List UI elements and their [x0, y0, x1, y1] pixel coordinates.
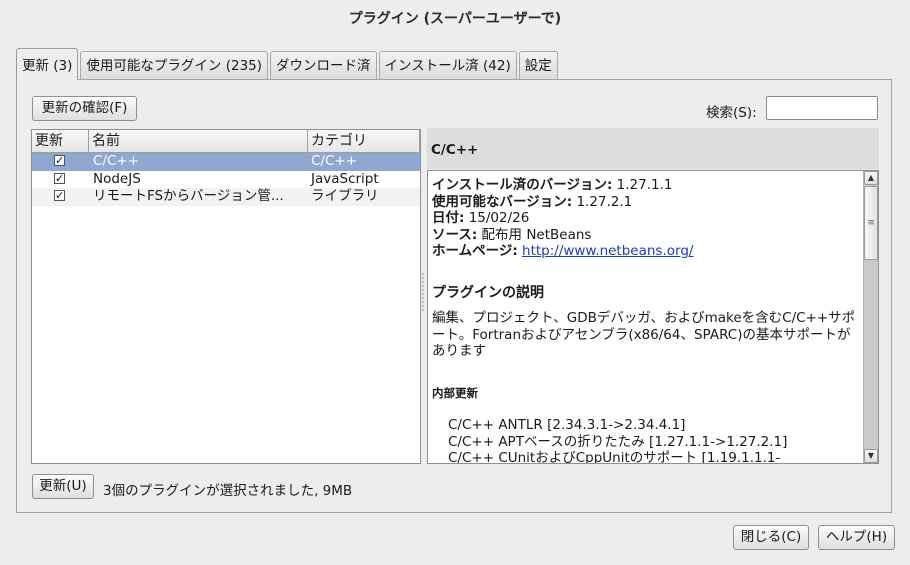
detail-scrollbar[interactable]: ▲ ≡ ▼ [863, 171, 878, 463]
installed-version-label: インストール済のバージョン: [432, 177, 613, 193]
source-value: 配布用 NetBeans [481, 226, 592, 243]
update-button[interactable]: 更新(U) [32, 474, 94, 499]
source-label: ソース: [432, 226, 478, 243]
list-item: C/C++ APTベースの折りたたみ [1.27.1.1->1.27.2.1] [448, 433, 788, 450]
homepage-link[interactable]: http://www.netbeans.org/ [522, 243, 693, 259]
available-version-value: 1.27.2.1 [576, 193, 633, 210]
update-checkbox[interactable]: ✓ [54, 190, 65, 201]
checkbox-cell: ✓ [32, 171, 89, 189]
column-header-category[interactable]: カテゴリ [308, 130, 420, 153]
search-label: 検索(S): [706, 105, 757, 121]
list-item: C/C++ CUnitおよびCppUnitのサポート [1.19.1.1.1->… [448, 450, 781, 464]
tab-installed[interactable]: インストール済 (42) [378, 51, 517, 80]
check-updates-button[interactable]: 更新の確認(F) [32, 96, 137, 121]
plugin-name: NodeJS [93, 170, 141, 187]
scroll-down-icon[interactable]: ▼ [864, 449, 878, 463]
tab-downloaded[interactable]: ダウンロード済 [270, 51, 377, 80]
selection-status: 3個のプラグインが選択されました, 9MB [103, 483, 353, 499]
window-title: プラグイン (スーパーユーザーで) [348, 11, 562, 27]
checkbox-cell: ✓ [32, 153, 89, 171]
plugin-category: ライブラリ [311, 188, 379, 204]
plugin-category: JavaScript [311, 170, 379, 187]
plugin-name: リモートFSからバージョン管... [93, 188, 284, 204]
split-pane-divider[interactable] [421, 272, 425, 312]
homepage-label: ホームページ: [432, 243, 518, 259]
tab-bar: 更新 (3) 使用可能なプラグイン (235) ダウンロード済 インストール済 … [16, 48, 560, 80]
table-row[interactable]: ✓ リモートFSからバージョン管... ライブラリ [32, 188, 420, 206]
internal-updates-list: C/C++ ANTLR [2.34.3.1->2.34.4.1] C/C++ A… [432, 417, 860, 464]
scroll-thumb[interactable]: ≡ [864, 186, 878, 260]
table-row[interactable]: ✓ NodeJS JavaScript [32, 171, 420, 189]
help-button[interactable]: ヘルプ(H) [818, 525, 895, 550]
detail-header: C/C++ [427, 128, 879, 169]
date-label: 日付: [432, 210, 465, 226]
update-checkbox[interactable]: ✓ [54, 172, 65, 184]
plugin-name: C/C++ [93, 153, 140, 169]
scroll-up-icon[interactable]: ▲ [864, 171, 878, 185]
column-header-name[interactable]: 名前 [89, 130, 308, 153]
description-text: 編集、プロジェクト、GDBデバッガ、およびmakeを含むC/C++サポート。Fo… [432, 310, 856, 359]
table-row[interactable]: ✓ C/C++ C/C++ [32, 153, 420, 171]
internal-updates-title: 内部更新 [432, 385, 478, 400]
description-title: プラグインの説明 [432, 284, 544, 301]
checkbox-cell: ✓ [32, 188, 89, 206]
tab-updates[interactable]: 更新 (3) [16, 48, 79, 80]
table-header: 更新 名前 カテゴリ [32, 130, 420, 153]
available-version-label: 使用可能なバージョン: [432, 193, 573, 210]
plugin-table: 更新 名前 カテゴリ ✓ C/C++ C/C++ ✓ NodeJS JavaSc… [31, 129, 421, 464]
detail-content: インストール済のバージョン: 1.27.1.1 使用可能なバージョン: 1.27… [432, 177, 860, 464]
update-checkbox[interactable]: ✓ [54, 155, 65, 166]
plugin-category: C/C++ [311, 153, 358, 169]
list-item: C/C++ ANTLR [2.34.3.1->2.34.4.1] [448, 417, 686, 433]
search-input[interactable] [766, 96, 878, 120]
tab-available-plugins[interactable]: 使用可能なプラグイン (235) [80, 51, 269, 80]
detail-pane: インストール済のバージョン: 1.27.1.1 使用可能なバージョン: 1.27… [427, 170, 879, 464]
close-button[interactable]: 閉じる(C) [733, 525, 809, 550]
date-value: 15/02/26 [468, 210, 530, 226]
column-header-update[interactable]: 更新 [32, 130, 89, 153]
installed-version-value: 1.27.1.1 [616, 177, 673, 193]
tab-settings[interactable]: 設定 [518, 51, 558, 80]
